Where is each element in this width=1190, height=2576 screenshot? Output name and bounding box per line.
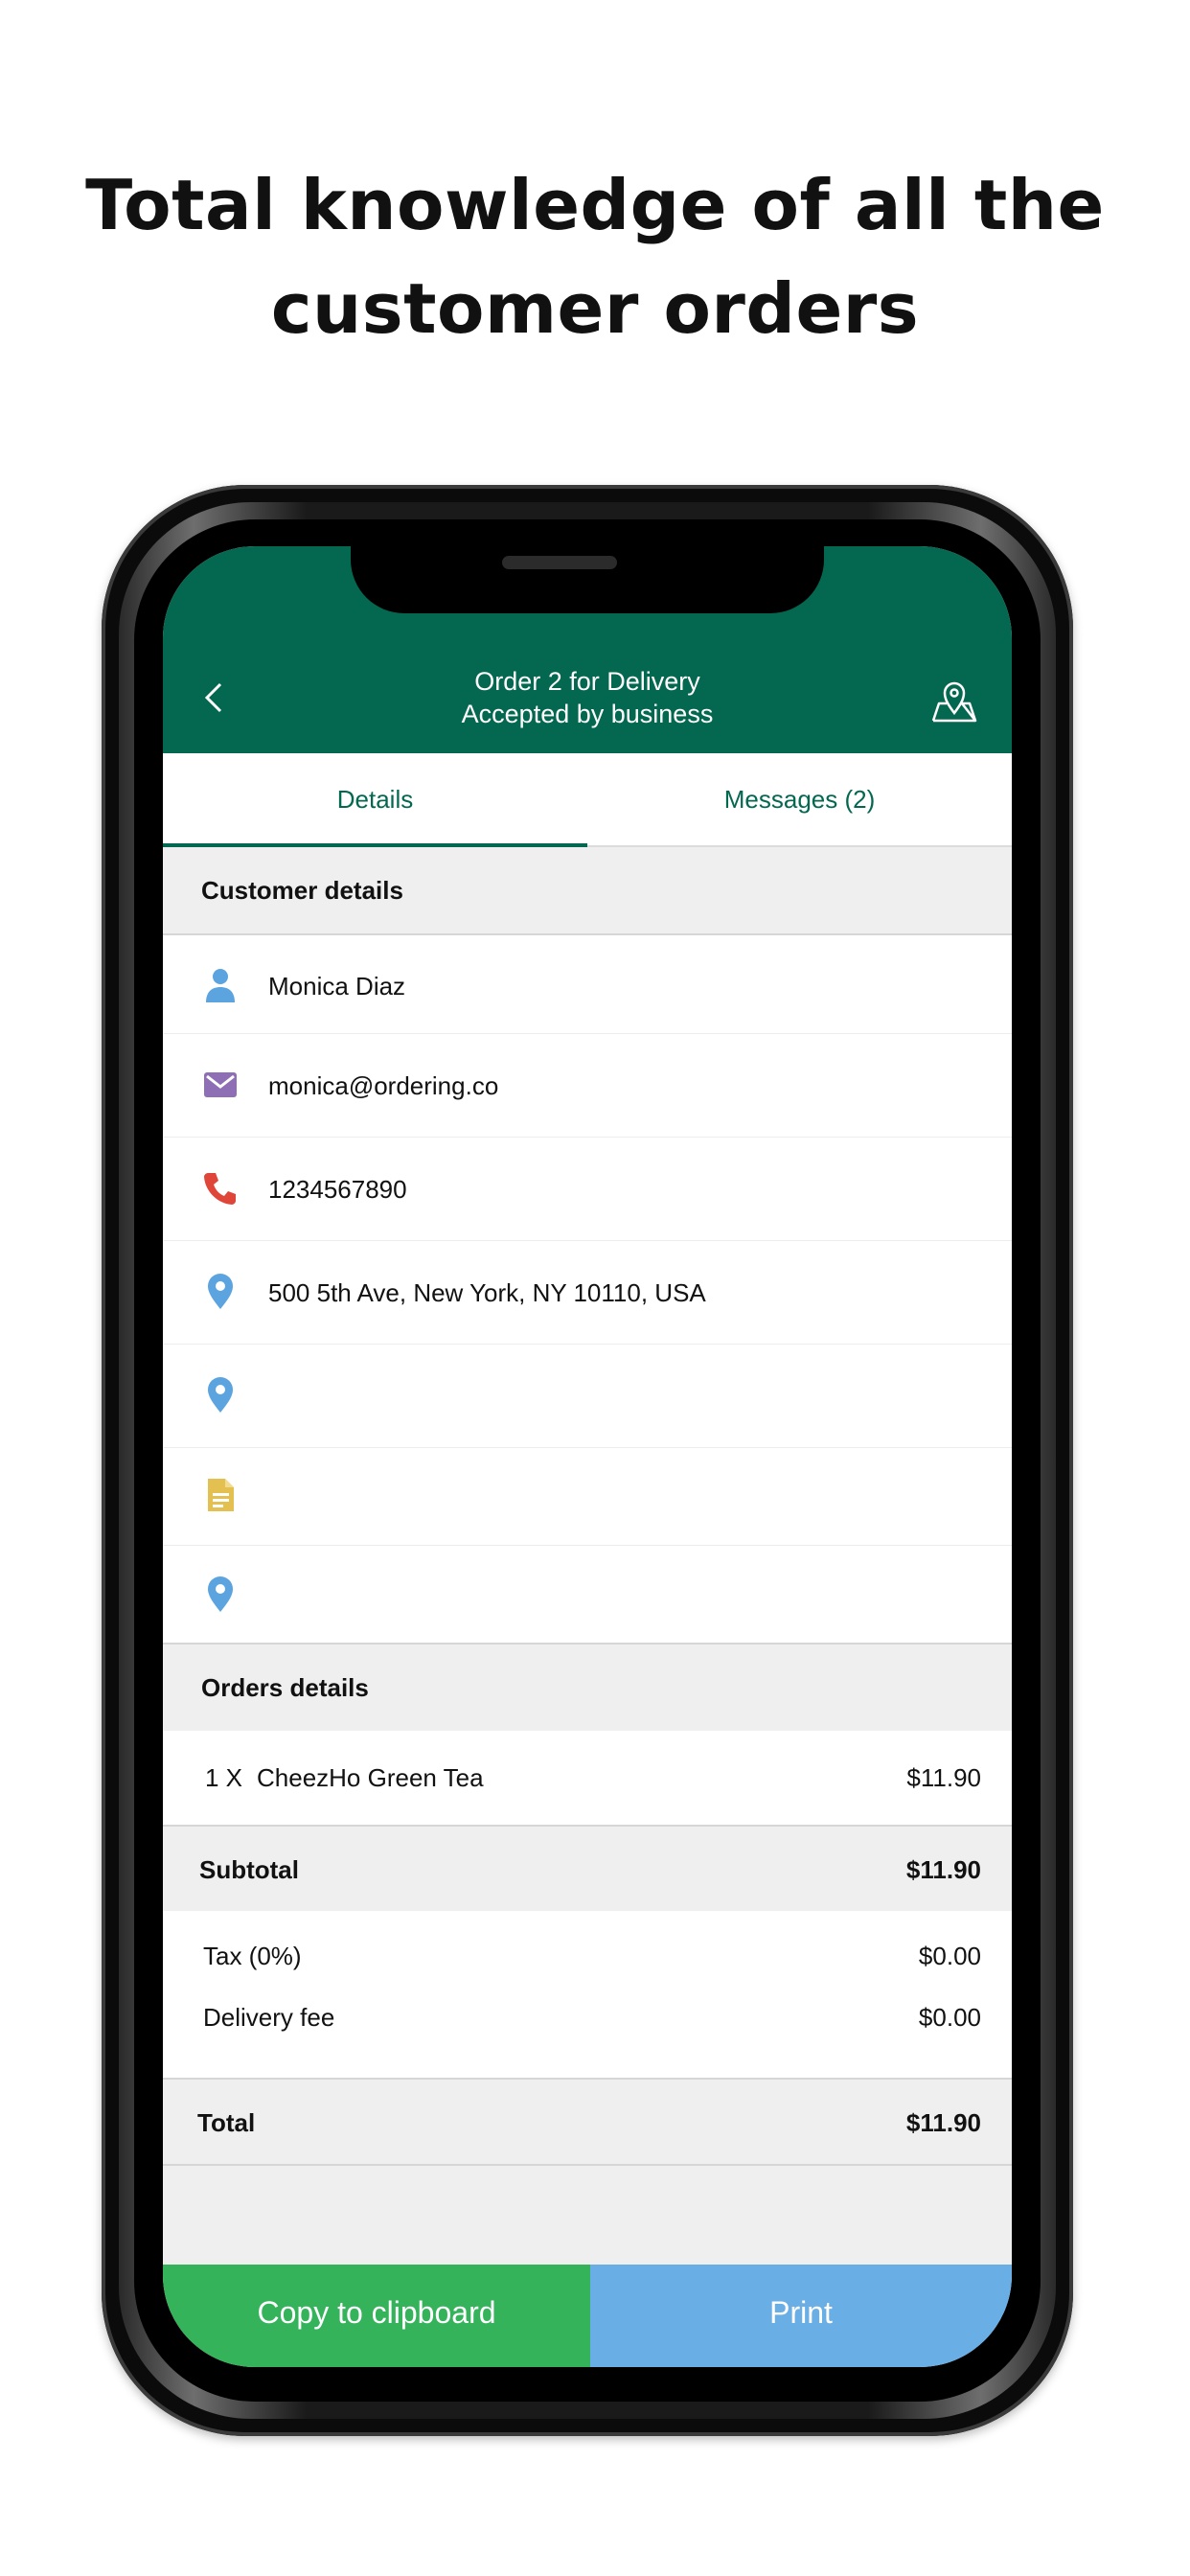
copy-to-clipboard-button[interactable]: Copy to clipboard	[163, 2265, 590, 2367]
tab-details[interactable]: Details	[163, 753, 587, 847]
order-item-price: $11.90	[906, 1763, 981, 1792]
subtotal-value: $11.90	[905, 1855, 981, 1884]
customer-phone-row: 1234567890	[163, 1137, 1012, 1241]
location-pin-icon	[208, 1576, 233, 1612]
tab-bar: Details Messages (2)	[163, 753, 1012, 847]
delivery-fee-label: Delivery fee	[203, 2003, 335, 2032]
map-pin-icon	[931, 681, 977, 723]
customer-email-row: monica@ordering.co	[163, 1033, 1012, 1138]
tab-messages[interactable]: Messages (2)	[587, 753, 1012, 845]
order-items-list: 1 X CheezHo Green Tea $11.90	[163, 1731, 1012, 1825]
customer-notes-row	[163, 1447, 1012, 1546]
tax-label: Tax (0%)	[203, 1942, 302, 1970]
fees-list: Tax (0%) $0.00 Delivery fee $0.00	[163, 1911, 1012, 2078]
customer-address: 500 5th Ave, New York, NY 10110, USA	[268, 1278, 706, 1307]
order-item-qty: 1 X	[205, 1763, 243, 1792]
order-item-name: CheezHo Green Tea	[257, 1763, 484, 1792]
customer-address-extra-row	[163, 1344, 1012, 1448]
location-pin-icon	[208, 1377, 233, 1413]
tax-value: $0.00	[918, 1942, 981, 1970]
delivery-fee-value: $0.00	[918, 2003, 981, 2032]
total-row: Total $11.90	[163, 2078, 1012, 2166]
total-label: Total	[197, 2108, 256, 2137]
customer-phone[interactable]: 1234567890	[268, 1175, 407, 1205]
customer-details-title: Customer details	[201, 876, 403, 905]
order-title: Order 2 for Delivery Accepted by busines…	[163, 665, 1012, 730]
person-icon	[206, 969, 235, 1002]
marketing-headline: Total knowledge of all the customer orde…	[0, 153, 1190, 360]
phone-icon	[204, 1173, 236, 1205]
customer-zipcode-row	[163, 1545, 1012, 1643]
headline-line-1: Total knowledge of all the	[85, 165, 1105, 245]
customer-details-list: Monica Diaz monica@ordering.co 123456789…	[163, 935, 1012, 1643]
orders-details-header: Orders details	[163, 1643, 1012, 1733]
customer-details-header: Customer details	[163, 847, 1012, 935]
email-icon	[204, 1072, 237, 1097]
order-title-text: Order 2 for Delivery	[474, 667, 700, 696]
subtotal-row: Subtotal $11.90	[163, 1825, 1012, 1913]
headline-line-2: customer orders	[270, 268, 920, 349]
customer-email[interactable]: monica@ordering.co	[268, 1071, 498, 1101]
location-pin-icon	[208, 1274, 233, 1309]
customer-address-row: 500 5th Ave, New York, NY 10110, USA	[163, 1240, 1012, 1345]
order-status-text: Accepted by business	[461, 700, 714, 728]
customer-name-row: Monica Diaz	[163, 935, 1012, 1034]
total-value: $11.90	[905, 2108, 981, 2137]
print-button[interactable]: Print	[590, 2265, 1012, 2367]
phone-screen: Order 2 for Delivery Accepted by busines…	[163, 546, 1012, 2367]
notes-icon	[208, 1479, 234, 1511]
action-bar: Copy to clipboard Print	[163, 2265, 1012, 2367]
map-button[interactable]	[929, 675, 979, 724]
customer-name: Monica Diaz	[268, 972, 406, 1000]
phone-speaker	[502, 556, 617, 569]
subtotal-label: Subtotal	[199, 1855, 299, 1884]
orders-details-title: Orders details	[201, 1673, 369, 1702]
